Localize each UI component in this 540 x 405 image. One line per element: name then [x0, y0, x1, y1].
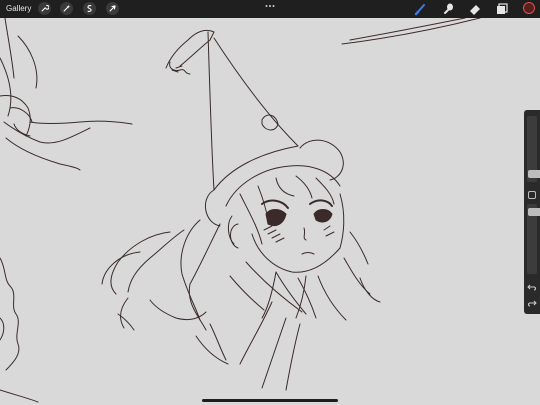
drawing-canvas[interactable] — [0, 18, 540, 405]
modify-square-icon[interactable] — [528, 191, 536, 199]
top-toolbar: Gallery — [0, 0, 540, 18]
color-picker-button[interactable] — [523, 2, 535, 14]
smudge-icon[interactable] — [441, 2, 455, 16]
opacity-slider-thumb[interactable] — [528, 208, 540, 216]
opacity-slider[interactable] — [527, 204, 540, 274]
undo-icon[interactable] — [527, 282, 537, 292]
magic-wand-icon[interactable] — [60, 2, 73, 15]
brush-icon[interactable] — [414, 2, 428, 16]
wrench-icon[interactable] — [38, 2, 51, 15]
side-toolbar — [524, 110, 540, 314]
home-indicator[interactable] — [202, 399, 338, 402]
redo-icon[interactable] — [527, 298, 537, 308]
eraser-icon[interactable] — [468, 2, 482, 16]
brush-size-slider[interactable] — [527, 116, 540, 182]
layers-icon[interactable] — [495, 2, 509, 16]
brush-size-slider-thumb[interactable] — [528, 170, 540, 178]
selection-icon[interactable] — [83, 2, 96, 15]
ellipsis-icon[interactable] — [265, 4, 275, 8]
gallery-button[interactable]: Gallery — [6, 3, 31, 14]
transform-arrow-icon[interactable] — [106, 2, 119, 15]
